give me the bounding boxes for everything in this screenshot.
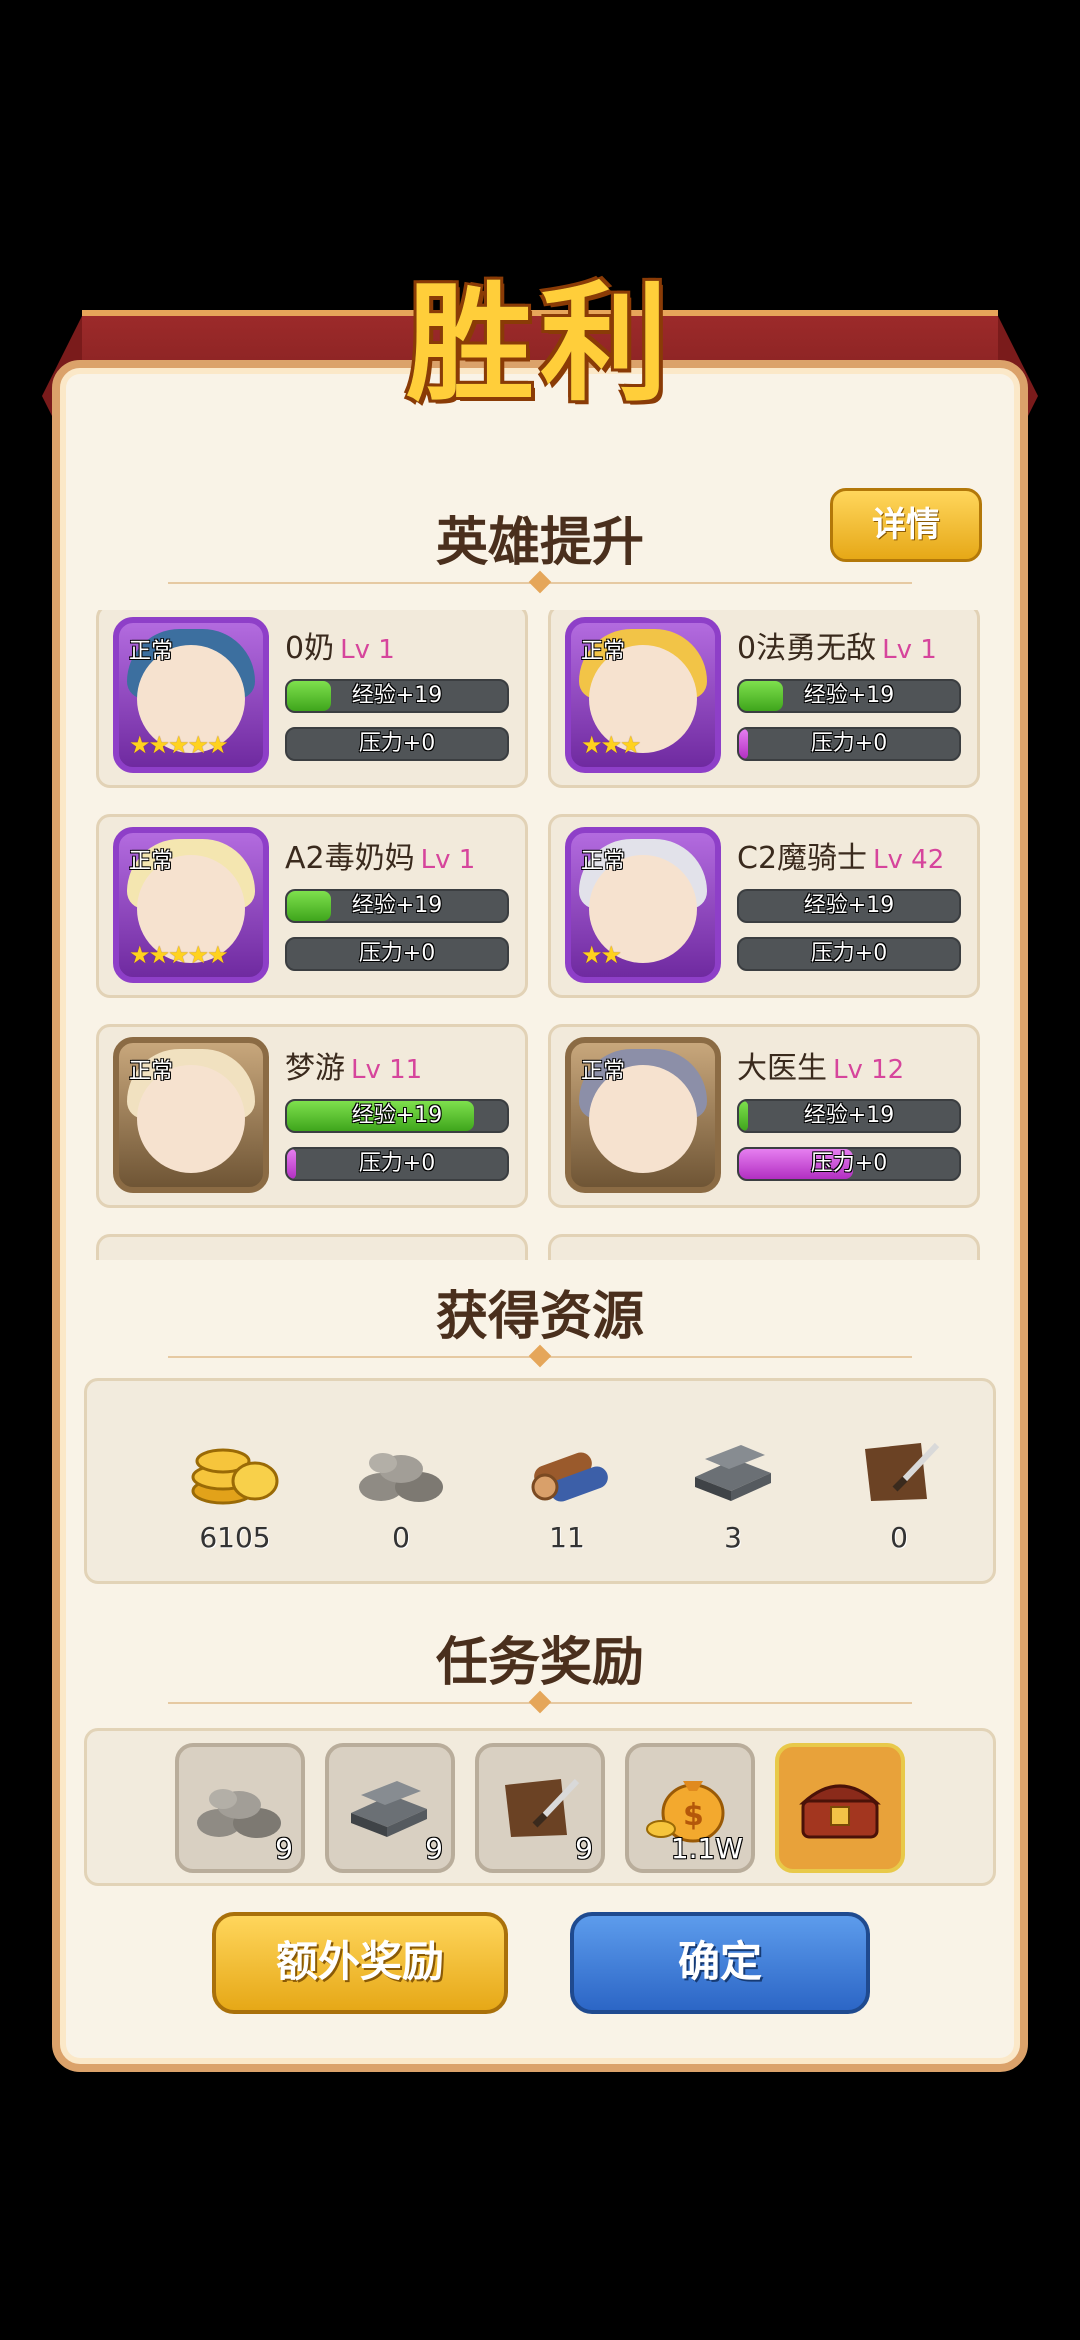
iron-icon: [685, 1429, 781, 1509]
svg-text:$: $: [683, 1798, 704, 1833]
reward-slot[interactable]: $ 1.1W: [625, 1743, 755, 1873]
pressure-bar: 压力+0: [285, 1147, 509, 1181]
hero-card[interactable]: 正常 大医生 Lv 12 经验+19 压力+0: [548, 1024, 980, 1208]
victory-title: 胜利: [405, 269, 674, 419]
hero-level: Lv 11: [351, 1055, 423, 1085]
reward-count: 9: [575, 1832, 593, 1865]
status-label: 正常: [581, 639, 626, 664]
exp-bar: 经验+19: [285, 679, 509, 713]
hero-card[interactable]: 正常 ★★ C2魔骑士 Lv 42 经验+19 压力+0: [548, 814, 980, 998]
resources-box: 6105 0 11 3 0: [84, 1378, 996, 1584]
hero-level: Lv 1: [340, 635, 395, 665]
hero-avatar: 正常: [565, 1037, 721, 1193]
hero-name: 0奶 Lv 1: [285, 631, 395, 666]
task-rewards-title: 任务奖励: [435, 1633, 644, 1693]
hero-name: 梦游 Lv 11: [285, 1051, 423, 1086]
hero-name: A2毒奶妈 Lv 1: [285, 841, 476, 876]
confirm-button[interactable]: 确定: [570, 1912, 870, 2014]
status-label: 正常: [581, 849, 626, 874]
wood-icon: [519, 1429, 615, 1509]
hero-level: Lv 1: [882, 635, 937, 665]
leather-icon: [851, 1429, 947, 1509]
reward-slot[interactable]: [775, 1743, 905, 1873]
detail-button[interactable]: 详情: [830, 488, 982, 562]
exp-bar: 经验+19: [285, 1099, 509, 1133]
hero-name: C2魔骑士 Lv 42: [737, 841, 945, 876]
hero-name: 大医生 Lv 12: [737, 1051, 905, 1086]
reward-slot[interactable]: 9: [475, 1743, 605, 1873]
stone-icon: [193, 1763, 287, 1847]
resource-value: 3: [724, 1521, 742, 1554]
exp-bar: 经验+19: [737, 889, 961, 923]
exp-bar: 经验+19: [285, 889, 509, 923]
hero-card[interactable]: 正常 梦游 Lv 11 经验+19 压力+0: [96, 1024, 528, 1208]
resource-item: 0: [839, 1429, 959, 1554]
treasure-chest-icon: [793, 1763, 887, 1847]
resource-item: 11: [507, 1429, 627, 1554]
exp-bar: 经验+19: [737, 679, 961, 713]
reward-count: 9: [425, 1832, 443, 1865]
star-rating: ★★★★★: [129, 731, 229, 759]
hero-card[interactable]: 正常 ★★★ 0法勇无敌 Lv 1 经验+19 压力+0: [548, 610, 980, 788]
star-rating: ★★: [581, 941, 622, 969]
star-rating: ★★★★★: [129, 941, 229, 969]
pressure-bar: 压力+0: [285, 727, 509, 761]
extra-reward-button[interactable]: 额外奖励: [212, 1912, 508, 2014]
resource-value: 11: [549, 1521, 585, 1554]
hero-level: Lv 12: [833, 1055, 905, 1085]
pressure-bar: 压力+0: [737, 1147, 961, 1181]
hero-avatar: 正常 ★★★★★: [113, 617, 269, 773]
reward-slot[interactable]: 9: [175, 1743, 305, 1873]
resource-item: 6105: [175, 1429, 295, 1554]
reward-count: 1.1W: [670, 1832, 743, 1865]
hero-avatar: 正常: [113, 1037, 269, 1193]
gold-coins-icon: [187, 1429, 283, 1509]
status-label: 正常: [129, 639, 174, 664]
resource-item: 3: [673, 1429, 793, 1554]
status-label: 正常: [129, 849, 174, 874]
reward-slot[interactable]: 9: [325, 1743, 455, 1873]
pressure-bar: 压力+0: [737, 727, 961, 761]
status-label: 正常: [129, 1059, 174, 1084]
resource-item: 0: [341, 1429, 461, 1554]
leather-icon: [493, 1763, 587, 1847]
iron-icon: [343, 1763, 437, 1847]
star-rating: ★★★: [581, 731, 642, 759]
status-label: 正常: [581, 1059, 626, 1084]
hero-list[interactable]: 正常 ★★★★★ 0奶 Lv 1 经验+19 压力+0 正常 ★★★ 0法勇无敌 L…: [96, 610, 996, 1260]
resource-value: 0: [890, 1521, 908, 1554]
resource-value: 0: [392, 1521, 410, 1554]
pressure-bar: 压力+0: [737, 937, 961, 971]
reward-count: 9: [275, 1832, 293, 1865]
hero-card[interactable]: [548, 1234, 980, 1260]
exp-bar: 经验+19: [737, 1099, 961, 1133]
hero-card[interactable]: 正常 ★★★★★ 0奶 Lv 1 经验+19 压力+0: [96, 610, 528, 788]
hero-level: Lv 42: [873, 845, 945, 875]
hero-avatar: 正常 ★★★: [565, 617, 721, 773]
rewards-box: 9 9 9 $ 1.1W: [84, 1728, 996, 1886]
hero-avatar: 正常 ★★: [565, 827, 721, 983]
stone-icon: [353, 1429, 449, 1509]
resources-title: 获得资源: [435, 1287, 644, 1347]
pressure-bar: 压力+0: [285, 937, 509, 971]
resource-value: 6105: [199, 1521, 271, 1554]
hero-level: Lv 1: [420, 845, 476, 875]
hero-card[interactable]: [96, 1234, 528, 1260]
hero-card[interactable]: 正常 ★★★★★ A2毒奶妈 Lv 1 经验+19 压力+0: [96, 814, 528, 998]
hero-avatar: 正常 ★★★★★: [113, 827, 269, 983]
hero-name: 0法勇无敌 Lv 1: [737, 631, 937, 666]
